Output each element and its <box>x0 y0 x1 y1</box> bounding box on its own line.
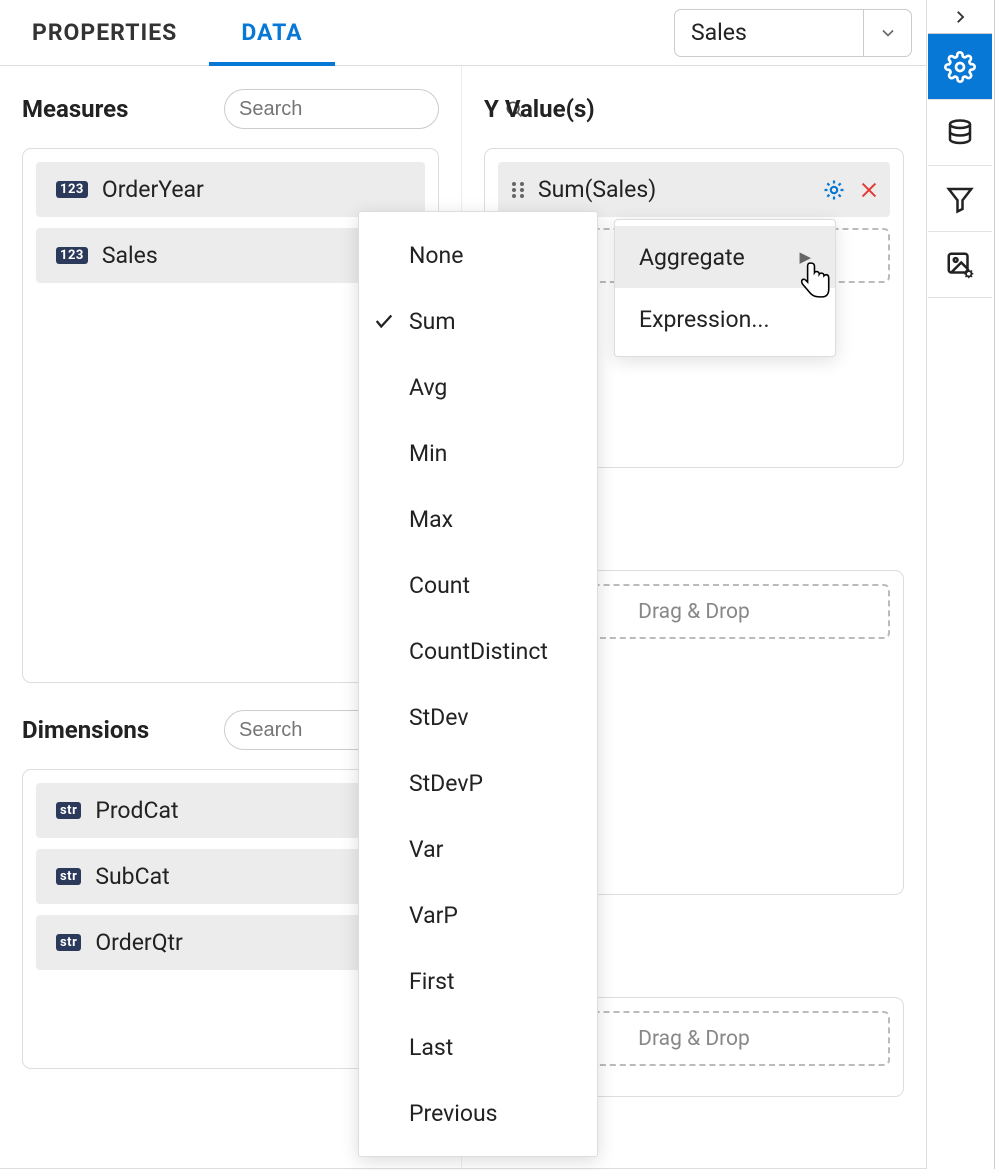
aggregate-option[interactable]: CountDistinct <box>359 618 597 684</box>
gear-icon[interactable] <box>822 178 846 202</box>
dimension-label: OrderQtr <box>95 929 183 956</box>
aggregate-option-label: StDev <box>409 704 468 731</box>
datasource-select[interactable]: Sales <box>674 9 912 57</box>
aggregate-option[interactable]: Min <box>359 420 597 486</box>
close-icon[interactable] <box>858 179 880 201</box>
aggregate-option-label: First <box>409 968 455 995</box>
aggregate-option-label: Sum <box>409 308 456 335</box>
menu-item-label: Aggregate <box>639 244 745 271</box>
aggregate-option[interactable]: Avg <box>359 354 597 420</box>
string-badge-icon: str <box>56 802 81 819</box>
menu-item-expression[interactable]: Expression... <box>615 288 835 350</box>
aggregate-option-label: Var <box>409 836 443 863</box>
aggregate-option-label: Max <box>409 506 453 533</box>
aggregate-option[interactable]: Previous <box>359 1080 597 1146</box>
y-values-heading: Y Value(s) <box>484 95 904 123</box>
drag-handle-icon[interactable] <box>510 178 526 202</box>
chevron-right-icon: ▶ <box>799 248 811 266</box>
dimension-label: SubCat <box>95 863 169 890</box>
numeric-badge-icon: 123 <box>56 247 88 264</box>
aggregate-option[interactable]: First <box>359 948 597 1014</box>
header: PROPERTIES DATA Sales <box>0 0 926 66</box>
right-rail <box>928 0 995 1169</box>
measures-heading: Measures <box>22 95 224 123</box>
aggregate-option-label: None <box>409 242 463 269</box>
string-badge-icon: str <box>56 868 81 885</box>
aggregate-option[interactable]: StDevP <box>359 750 597 816</box>
aggregate-option-label: Previous <box>409 1100 498 1127</box>
y-value-label: Sum(Sales) <box>538 176 822 203</box>
aggregate-submenu: None Sum Avg Min Max Count CountDistinct StDev S… <box>358 211 598 1157</box>
aggregate-option[interactable]: VarP <box>359 882 597 948</box>
measure-item[interactable]: 123 OrderYear <box>36 162 425 217</box>
dimension-label: ProdCat <box>95 797 178 824</box>
aggregate-option-label: StDevP <box>409 770 483 797</box>
aggregate-option[interactable]: None <box>359 222 597 288</box>
rail-database-button[interactable] <box>928 100 992 166</box>
aggregate-option[interactable]: Var <box>359 816 597 882</box>
measure-label: OrderYear <box>102 176 204 203</box>
aggregate-option[interactable]: StDev <box>359 684 597 750</box>
aggregate-option[interactable]: Last <box>359 1014 597 1080</box>
aggregate-option[interactable]: Max <box>359 486 597 552</box>
datasource-select-value: Sales <box>675 19 863 46</box>
y-value-chip[interactable]: Sum(Sales) <box>498 162 890 217</box>
aggregate-option-label: Avg <box>409 374 447 401</box>
chevron-down-icon <box>863 10 911 56</box>
aggregate-option-label: Count <box>409 572 470 599</box>
field-context-menu: Aggregate ▶ Expression... <box>614 219 836 357</box>
tab-properties[interactable]: PROPERTIES <box>0 0 209 65</box>
aggregate-option-label: CountDistinct <box>409 638 548 665</box>
numeric-badge-icon: 123 <box>56 181 88 198</box>
aggregate-option-label: Min <box>409 440 447 467</box>
aggregate-option-label: VarP <box>409 902 458 929</box>
measure-label: Sales <box>102 242 158 269</box>
menu-item-label: Expression... <box>639 306 770 333</box>
rail-settings-button[interactable] <box>928 34 992 100</box>
rail-image-settings-button[interactable] <box>928 232 992 298</box>
dimensions-heading: Dimensions <box>22 716 224 744</box>
aggregate-option[interactable]: Sum <box>359 288 597 354</box>
aggregate-option[interactable]: Count <box>359 552 597 618</box>
rail-filter-button[interactable] <box>928 166 992 232</box>
aggregate-option-label: Last <box>409 1034 453 1061</box>
measures-search[interactable] <box>224 89 439 129</box>
check-icon <box>373 310 395 332</box>
string-badge-icon: str <box>56 934 81 951</box>
menu-item-aggregate[interactable]: Aggregate ▶ <box>615 226 835 288</box>
rail-expand-button[interactable] <box>928 0 992 34</box>
tab-data[interactable]: DATA <box>209 0 334 65</box>
